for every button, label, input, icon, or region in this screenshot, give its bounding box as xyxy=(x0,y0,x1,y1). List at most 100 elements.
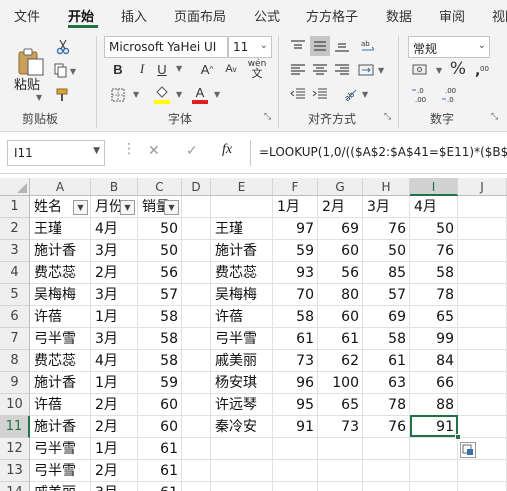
month-cell[interactable]: 1月 xyxy=(91,438,138,460)
sales-cell[interactable]: 50 xyxy=(138,218,182,240)
row-header-11[interactable]: 11 xyxy=(0,416,30,438)
quick-analysis-button[interactable] xyxy=(460,442,476,458)
lookup-value-cell[interactable]: 78 xyxy=(410,284,458,306)
name-cell[interactable]: 许蓓 xyxy=(30,394,91,416)
orientation-button[interactable]: ab xyxy=(340,84,360,104)
tab-file[interactable]: 文件 xyxy=(14,6,40,25)
filter-dropdown-icon[interactable]: ▼ xyxy=(73,200,88,215)
lookup-value-cell[interactable]: 93 xyxy=(273,262,318,284)
lookup-name-cell[interactable]: 戚美丽 xyxy=(211,350,273,372)
lookup-value-cell[interactable]: 88 xyxy=(410,394,458,416)
sales-cell[interactable]: 61 xyxy=(138,460,182,482)
tab-data[interactable]: 数据 xyxy=(386,6,412,25)
formula-input[interactable]: =LOOKUP(1,0/(($A$2:$A$41=$E11)*($B$2 xyxy=(250,140,507,166)
lookup-name-cell[interactable]: 许远琴 xyxy=(211,394,273,416)
name-cell[interactable]: 弓半雪 xyxy=(30,460,91,482)
month-header-cell[interactable]: 1月 xyxy=(273,196,318,218)
row-header-12[interactable]: 12 xyxy=(0,438,30,460)
sales-cell[interactable]: 60 xyxy=(138,416,182,438)
decrease-font-button[interactable]: Av xyxy=(222,60,240,78)
lookup-value-cell[interactable]: 76 xyxy=(363,218,410,240)
fill-handle[interactable] xyxy=(455,434,461,440)
lookup-value-cell[interactable]: 69 xyxy=(363,306,410,328)
font-name-select[interactable]: Microsoft YaHei UI xyxy=(104,36,228,58)
lookup-value-cell[interactable]: 65 xyxy=(410,306,458,328)
name-cell[interactable]: 费芯蕊 xyxy=(30,350,91,372)
month-cell[interactable]: 3月 xyxy=(91,284,138,306)
name-cell[interactable]: 戚美丽 xyxy=(30,482,91,491)
month-header-cell[interactable]: 4月 xyxy=(410,196,458,218)
row-header-9[interactable]: 9 xyxy=(0,372,30,394)
name-box[interactable]: I11 ▼ xyxy=(7,140,105,166)
lookup-value-cell[interactable]: 65 xyxy=(318,394,363,416)
lookup-name-cell[interactable]: 弓半雪 xyxy=(211,328,273,350)
sales-cell[interactable]: 58 xyxy=(138,306,182,328)
month-cell[interactable]: 4月 xyxy=(91,350,138,372)
lookup-value-cell[interactable]: 50 xyxy=(410,218,458,240)
column-header-a[interactable]: A xyxy=(30,178,91,196)
lookup-value-cell[interactable]: 76 xyxy=(410,240,458,262)
lookup-name-cell[interactable]: 吴梅梅 xyxy=(211,284,273,306)
lookup-value-cell[interactable]: 69 xyxy=(318,218,363,240)
row-header-13[interactable]: 13 xyxy=(0,460,30,482)
accounting-dropdown-icon[interactable]: ▼ xyxy=(436,66,442,75)
orientation-dropdown-icon[interactable]: ▼ xyxy=(362,90,368,99)
font-size-select[interactable]: 11 ⌄ xyxy=(228,36,272,58)
percent-style-button[interactable]: % xyxy=(448,58,468,80)
name-cell[interactable]: 施计香 xyxy=(30,240,91,262)
increase-decimal-button[interactable]: .0.00 xyxy=(410,84,432,106)
wrap-text-button[interactable]: ab xyxy=(358,36,378,56)
borders-dropdown-icon[interactable]: ▼ xyxy=(133,90,139,99)
month-cell[interactable]: 3月 xyxy=(91,240,138,262)
column-header-j[interactable]: J xyxy=(458,178,507,196)
lookup-value-cell[interactable]: 73 xyxy=(273,350,318,372)
lookup-name-cell[interactable]: 许蓓 xyxy=(211,306,273,328)
increase-indent-button[interactable] xyxy=(310,84,330,104)
decrease-indent-button[interactable] xyxy=(288,84,308,104)
row-header-3[interactable]: 3 xyxy=(0,240,30,262)
dialog-launcher-icon[interactable]: ⤡ xyxy=(264,112,271,122)
row-header-8[interactable]: 8 xyxy=(0,350,30,372)
middle-align-button[interactable] xyxy=(310,36,330,56)
align-center-button[interactable] xyxy=(310,60,330,80)
select-all-button[interactable] xyxy=(0,178,30,196)
fill-color-dropdown-icon[interactable]: ▼ xyxy=(176,90,182,99)
name-cell[interactable]: 费芯蕊 xyxy=(30,262,91,284)
cut-button[interactable] xyxy=(54,38,72,56)
lookup-name-cell[interactable]: 王瑾 xyxy=(211,218,273,240)
insert-function-button[interactable]: fx xyxy=(222,142,232,158)
lookup-name-cell[interactable]: 施计香 xyxy=(211,240,273,262)
name-cell[interactable]: 施计香 xyxy=(30,416,91,438)
lookup-value-cell[interactable]: 57 xyxy=(363,284,410,306)
lookup-value-cell[interactable]: 61 xyxy=(363,350,410,372)
font-color-dropdown-icon[interactable]: ▼ xyxy=(214,90,220,99)
lookup-value-cell[interactable]: 61 xyxy=(273,328,318,350)
lookup-value-cell[interactable]: 76 xyxy=(363,416,410,438)
lookup-value-cell[interactable]: 100 xyxy=(318,372,363,394)
italic-button[interactable]: I xyxy=(134,60,150,78)
lookup-value-cell[interactable]: 95 xyxy=(273,394,318,416)
tab-view[interactable]: 视图 xyxy=(492,6,507,25)
lookup-value-cell[interactable]: 62 xyxy=(318,350,363,372)
top-align-button[interactable] xyxy=(288,36,308,56)
underline-dropdown-icon[interactable]: ▼ xyxy=(176,64,182,73)
borders-button[interactable] xyxy=(108,86,128,104)
lookup-value-cell[interactable]: 66 xyxy=(410,372,458,394)
lookup-value-cell[interactable]: 58 xyxy=(273,306,318,328)
bottom-align-button[interactable] xyxy=(332,36,352,56)
tab-home[interactable]: 开始 xyxy=(68,6,94,25)
row-header-5[interactable]: 5 xyxy=(0,284,30,306)
lookup-value-cell[interactable]: 70 xyxy=(273,284,318,306)
lookup-value-cell[interactable]: 84 xyxy=(410,350,458,372)
tab-fangfang[interactable]: 方方格子 xyxy=(306,6,358,25)
lookup-value-cell[interactable]: 99 xyxy=(410,328,458,350)
name-cell[interactable]: 弓半雪 xyxy=(30,438,91,460)
month-cell[interactable]: 2月 xyxy=(91,262,138,284)
paste-dropdown-icon[interactable]: ▼ xyxy=(36,93,42,102)
lookup-name-cell[interactable]: 费芯蕊 xyxy=(211,262,273,284)
month-cell[interactable]: 1月 xyxy=(91,372,138,394)
month-cell[interactable]: 2月 xyxy=(91,460,138,482)
sales-cell[interactable]: 57 xyxy=(138,284,182,306)
comma-style-button[interactable]: , 00 xyxy=(472,60,494,80)
lookup-value-cell[interactable]: 96 xyxy=(273,372,318,394)
